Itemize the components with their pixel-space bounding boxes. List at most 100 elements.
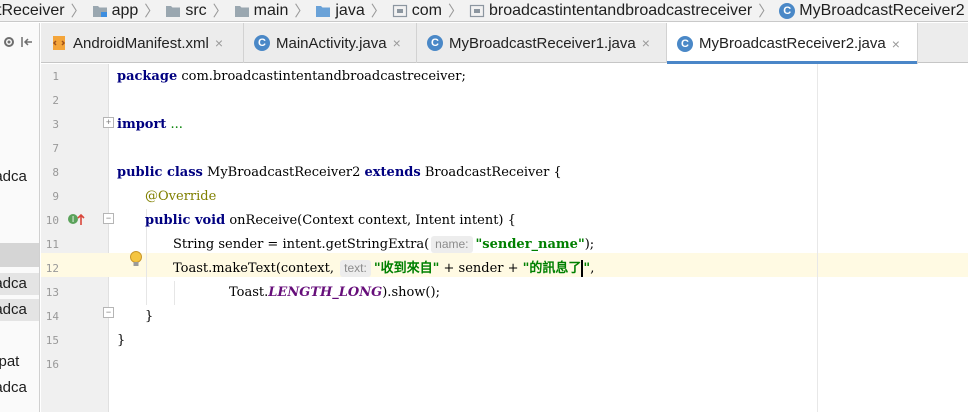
code-text: com.broadcastintentandbroadcastreceiver; bbox=[177, 69, 466, 84]
chevron-right-icon: 〉 bbox=[70, 3, 86, 20]
lightbulb-icon[interactable] bbox=[128, 250, 144, 273]
line-number: 7 bbox=[52, 142, 59, 155]
keyword: package bbox=[117, 69, 178, 84]
line-number: 16 bbox=[45, 358, 59, 371]
string-literal: "收到來自" bbox=[373, 261, 440, 276]
package-icon bbox=[392, 3, 408, 19]
tab-main-activity[interactable]: C MainActivity.java × bbox=[244, 23, 417, 63]
code-text: onReceive(Context context, Intent intent… bbox=[225, 213, 516, 228]
close-icon[interactable]: × bbox=[892, 36, 900, 52]
code-line: public class MyBroadcastReceiver2 extend… bbox=[117, 161, 562, 185]
tab-my-broadcast-receiver-2[interactable]: C MyBroadcastReceiver2.java × bbox=[667, 23, 918, 64]
code-line: } bbox=[145, 305, 153, 329]
chevron-right-icon: 〉 bbox=[144, 3, 160, 20]
line-number: 3 bbox=[52, 118, 59, 131]
code-text: Toast. bbox=[229, 285, 269, 300]
package-icon bbox=[469, 3, 485, 19]
tab-label: MyBroadcastReceiver1.java bbox=[449, 34, 636, 52]
line-number: 8 bbox=[52, 166, 59, 179]
override-method-icon[interactable]: I bbox=[67, 211, 85, 232]
class-icon: C bbox=[677, 35, 693, 52]
parameter-hint: name: bbox=[431, 236, 473, 253]
project-tree-item[interactable]: oadca bbox=[0, 166, 39, 188]
line-number: 1 bbox=[52, 70, 59, 83]
line-number: 10 bbox=[45, 214, 59, 227]
static-field: LENGTH_LONG bbox=[268, 285, 383, 300]
code-text: BroadcastReceiver { bbox=[420, 165, 562, 180]
project-tree-item-selected[interactable] bbox=[0, 243, 39, 267]
tab-android-manifest[interactable]: AndroidManifest.xml × bbox=[41, 23, 244, 63]
breadcrumb-class[interactable]: C MyBroadcastReceiver2 bbox=[775, 0, 968, 21]
breadcrumb-package[interactable]: broadcastintentandbroadcastreceiver bbox=[465, 0, 756, 21]
breadcrumb-project[interactable]: tReceiver bbox=[0, 0, 69, 21]
hide-panel-icon[interactable] bbox=[20, 35, 34, 52]
breadcrumb-label: broadcastintentandbroadcastreceiver bbox=[488, 1, 753, 19]
code-line: } bbox=[117, 329, 125, 353]
line-number: 12 bbox=[45, 262, 59, 275]
chevron-right-icon: 〉 bbox=[447, 3, 463, 20]
xml-file-icon bbox=[51, 35, 67, 51]
breadcrumb-label: main bbox=[253, 1, 289, 19]
editor-tab-bar: AndroidManifest.xml × C MainActivity.jav… bbox=[41, 23, 968, 64]
code-line-current: Toast.makeText(context, text: "收到來自" + se… bbox=[173, 257, 594, 281]
annotation: @Override bbox=[145, 189, 217, 204]
breadcrumb-com[interactable]: com bbox=[388, 0, 446, 21]
breadcrumb-main[interactable]: main bbox=[230, 0, 293, 21]
module-folder-icon bbox=[92, 3, 108, 19]
tab-label: AndroidManifest.xml bbox=[73, 34, 209, 52]
code-text: ); bbox=[584, 237, 595, 252]
breadcrumb-label: java bbox=[335, 1, 365, 19]
project-tree-item[interactable]: oadca bbox=[0, 299, 39, 321]
fold-expand-icon[interactable]: + bbox=[103, 117, 114, 128]
project-tree-item[interactable]: mpat bbox=[0, 351, 39, 373]
keyword: import bbox=[117, 117, 167, 132]
class-icon: C bbox=[427, 35, 443, 51]
breadcrumb-app[interactable]: app bbox=[88, 0, 143, 21]
close-icon[interactable]: × bbox=[393, 35, 401, 51]
parameter-hint: text: bbox=[340, 260, 371, 277]
breadcrumb-java[interactable]: java bbox=[311, 0, 368, 21]
code-line: public void onReceive(Context context, I… bbox=[145, 209, 516, 233]
folder-icon bbox=[165, 3, 181, 19]
line-number: 2 bbox=[52, 94, 59, 107]
code-line: import ... bbox=[117, 113, 183, 137]
class-icon: C bbox=[779, 2, 796, 19]
breadcrumb-label: src bbox=[185, 1, 207, 19]
breadcrumb-src[interactable]: src bbox=[161, 0, 210, 21]
code-text: } bbox=[117, 333, 126, 348]
fold-end-icon[interactable]: − bbox=[103, 307, 114, 318]
code-text: String sender = intent.getStringExtra( bbox=[173, 237, 430, 252]
chevron-right-icon: 〉 bbox=[212, 3, 228, 20]
breadcrumb-label: MyBroadcastReceiver2 bbox=[799, 1, 965, 19]
code-line: String sender = intent.getStringExtra(na… bbox=[173, 233, 594, 257]
fold-collapse-icon[interactable]: − bbox=[103, 213, 114, 224]
right-margin-guide bbox=[817, 64, 818, 412]
settings-icon[interactable] bbox=[2, 35, 16, 52]
project-tree-item[interactable]: oadca bbox=[0, 273, 39, 295]
close-icon[interactable]: × bbox=[642, 35, 650, 51]
line-number: 15 bbox=[45, 334, 59, 347]
tab-label: MyBroadcastReceiver2.java bbox=[699, 35, 886, 52]
chevron-right-icon: 〉 bbox=[294, 3, 310, 20]
line-number: 14 bbox=[45, 310, 59, 323]
code-text: ).show(); bbox=[382, 285, 440, 300]
code-line: package com.broadcastintentandbroadcastr… bbox=[117, 65, 466, 89]
code-line: @Override bbox=[145, 185, 216, 209]
chevron-right-icon: 〉 bbox=[758, 3, 774, 20]
source-folder-icon bbox=[315, 3, 331, 19]
project-toolbar bbox=[0, 23, 39, 63]
close-icon[interactable]: × bbox=[215, 35, 223, 51]
code-text: MyBroadcastReceiver2 bbox=[202, 165, 365, 180]
code-text: , bbox=[590, 261, 595, 276]
folder-icon bbox=[234, 3, 250, 19]
project-tree-item[interactable]: oadca bbox=[0, 377, 39, 399]
line-number: 11 bbox=[45, 238, 59, 251]
tab-my-broadcast-receiver-1[interactable]: C MyBroadcastReceiver1.java × bbox=[417, 23, 667, 63]
breadcrumb-label: tReceiver bbox=[0, 1, 65, 19]
keyword: public class bbox=[117, 165, 203, 180]
line-number: 13 bbox=[45, 286, 59, 299]
code-text: + sender + bbox=[439, 261, 523, 276]
code-text: } bbox=[145, 309, 154, 324]
class-icon: C bbox=[254, 35, 270, 51]
folded-imports[interactable]: ... bbox=[166, 117, 182, 132]
